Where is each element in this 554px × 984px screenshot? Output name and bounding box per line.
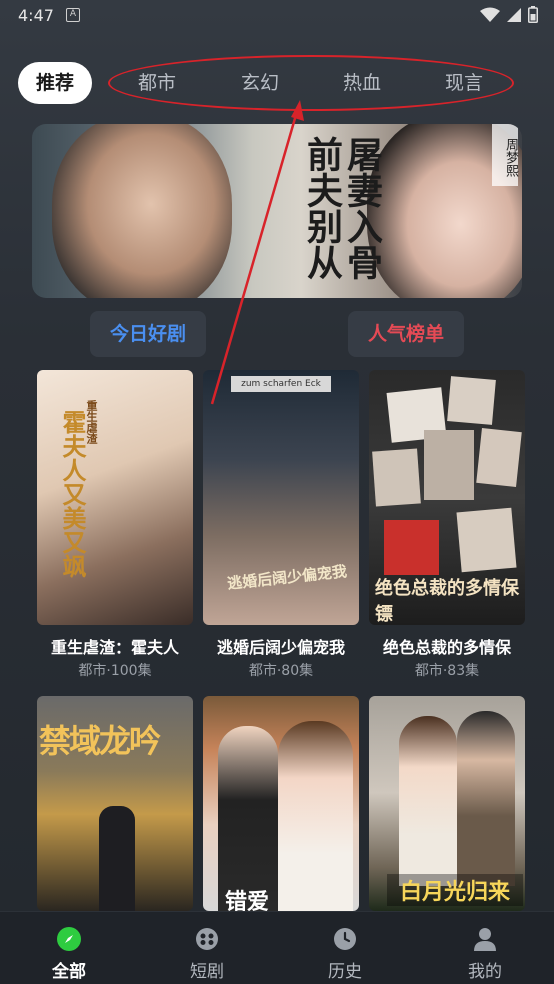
wifi-icon xyxy=(480,7,500,22)
drama-meta: 都市·80集 xyxy=(248,663,314,679)
drama-title: 逃婚后阔少偏宠我 xyxy=(216,638,345,657)
nav-profile-label: 我的 xyxy=(468,962,502,982)
annotation-ellipse xyxy=(108,55,514,111)
poster-figure xyxy=(457,711,515,886)
banner-title: 屠妻入骨 前夫别从 xyxy=(301,136,383,280)
drama-title: 绝色总裁的多情保 xyxy=(382,638,511,657)
clock-icon xyxy=(334,928,356,950)
banner-seal: 周梦熙 xyxy=(492,124,518,186)
compass-icon xyxy=(57,927,81,951)
poster-title: 绝色总裁的多情保镖 xyxy=(375,578,519,625)
status-icons xyxy=(480,6,538,23)
poster-tag: 重生虐渣 xyxy=(85,400,98,444)
today-picks-button[interactable]: 今日好剧 xyxy=(90,311,206,357)
drama-poster: 禁域龙吟 xyxy=(37,696,193,911)
poster-title: 错爱 xyxy=(225,889,270,911)
film-reel-icon xyxy=(196,928,218,950)
drama-poster: zum scharfen Eck 逃婚后阔少偏宠我 xyxy=(203,370,359,625)
battery-icon xyxy=(528,6,538,23)
nav-all-label: 全部 xyxy=(52,962,86,982)
nav-history-label: 历史 xyxy=(328,962,362,982)
status-bar: 4:47 A xyxy=(0,0,554,32)
collage-photo xyxy=(476,428,522,487)
bottom-navigation: 全部 短剧 历史 我的 xyxy=(0,911,554,984)
nav-profile[interactable]: 我的 xyxy=(440,912,530,984)
collage-photo xyxy=(384,520,439,575)
status-time: 4:47 xyxy=(18,6,54,25)
poster-title: 禁域龙吟 xyxy=(39,722,161,760)
poster-title: 白月光归来 xyxy=(387,874,523,906)
collage-photo xyxy=(424,430,474,500)
nav-all[interactable]: 全部 xyxy=(24,912,114,984)
drama-poster: 错爱 xyxy=(203,696,359,911)
drama-meta: 都市·83集 xyxy=(414,663,480,679)
drama-meta: 都市·100集 xyxy=(78,663,152,679)
poster-sign: zum scharfen Eck xyxy=(231,376,331,392)
drama-poster: 霍夫人又美又飒 重生虐渣 xyxy=(37,370,193,625)
person-icon xyxy=(474,928,496,951)
poster-figure xyxy=(399,716,457,886)
drama-poster: 白月光归来 xyxy=(369,696,525,911)
tab-recommended[interactable]: 推荐 xyxy=(18,62,92,104)
signal-icon xyxy=(507,7,521,22)
collage-photo xyxy=(456,507,517,573)
nav-history[interactable]: 历史 xyxy=(300,912,390,984)
collage-photo xyxy=(447,376,496,425)
collage-photo xyxy=(372,448,421,507)
featured-banner[interactable]: 屠妻入骨 前夫别从 周梦熙 xyxy=(32,124,522,298)
notification-icon: A xyxy=(66,8,80,22)
drama-title: 重生虐渣：霍夫人 xyxy=(50,638,179,657)
poster-figure xyxy=(278,721,353,911)
nav-shorts-label: 短剧 xyxy=(190,962,224,982)
popular-ranking-button[interactable]: 人气榜单 xyxy=(348,311,464,357)
poster-figure xyxy=(99,806,135,911)
drama-poster: 绝色总裁的多情保镖 xyxy=(369,370,525,625)
banner-actor-image xyxy=(52,124,232,298)
nav-shorts[interactable]: 短剧 xyxy=(162,912,252,984)
poster-title: 逃婚后阔少偏宠我 xyxy=(226,562,348,593)
